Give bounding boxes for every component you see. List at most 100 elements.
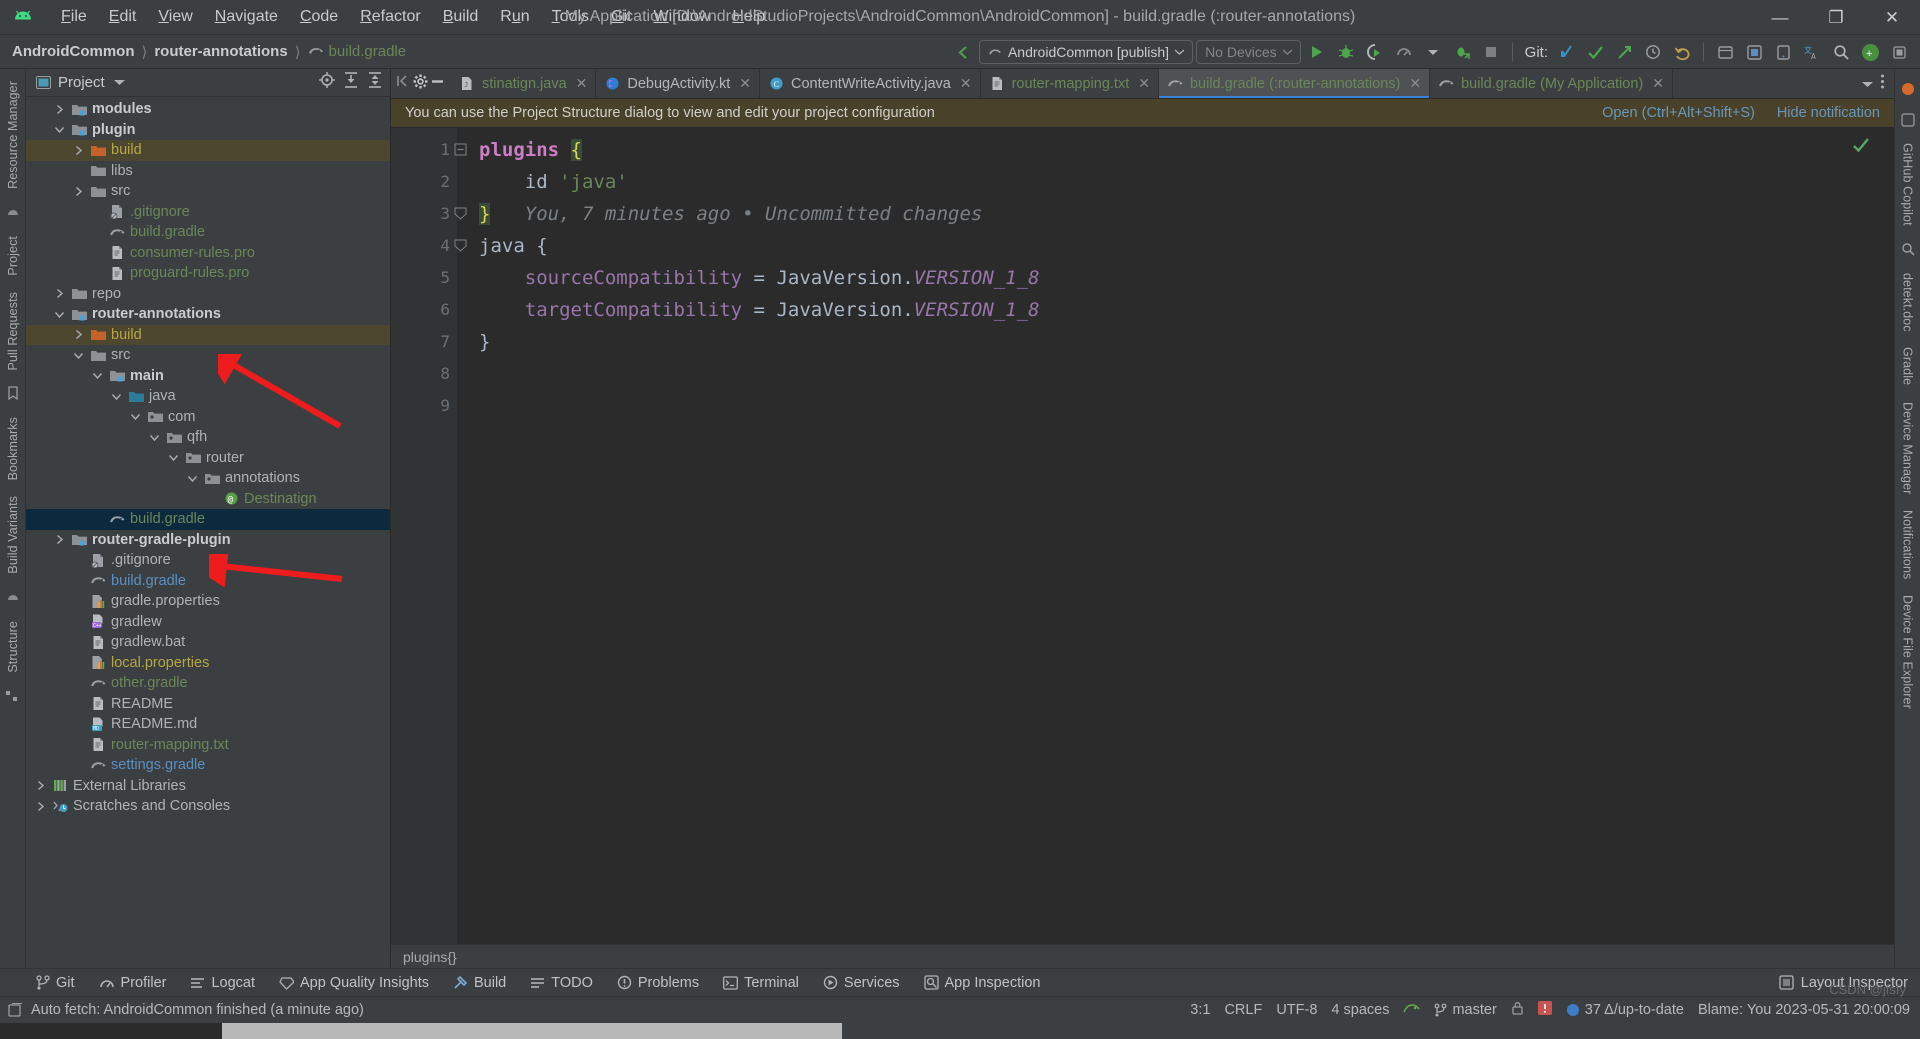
tree-node-external-libraries[interactable]: External Libraries <box>26 776 390 797</box>
tree-node-router-mapping-txt[interactable]: router-mapping.txt <box>26 735 390 756</box>
run-configuration-selector[interactable]: AndroidCommon [publish] <box>978 40 1194 64</box>
chevron-right-icon[interactable] <box>72 328 85 341</box>
toolwindow-terminal[interactable]: Terminal <box>713 973 809 993</box>
code-line[interactable]: } <box>457 326 1880 358</box>
menu-file[interactable]: File <box>50 5 98 29</box>
event-log-icon[interactable] <box>8 1002 23 1018</box>
tree-node-gradle-properties[interactable]: gradle.properties <box>26 591 390 612</box>
editor-breadcrumb-label[interactable]: plugins{} <box>403 949 457 965</box>
back-arrow-icon[interactable] <box>950 39 976 65</box>
strip-tab-pull-requests[interactable]: Pull Requests <box>2 284 24 378</box>
run-coverage-icon[interactable] <box>1362 39 1388 65</box>
tree-node-com[interactable]: com <box>26 407 390 428</box>
inspection-icon[interactable] <box>1403 1001 1421 1020</box>
history-icon[interactable] <box>1640 39 1666 65</box>
chevron-down-icon[interactable] <box>113 79 125 86</box>
layout-inspector-icon[interactable] <box>1779 975 1794 990</box>
strip-tab-bookmarks[interactable]: Bookmarks <box>2 409 24 488</box>
project-tree[interactable]: modules plugin build libs src .gitignore build… <box>26 97 390 968</box>
strip-tab-structure[interactable]: Structure <box>2 613 24 681</box>
toolwindow-todo[interactable]: TODO <box>520 973 603 993</box>
tree-node-router-annotations[interactable]: router-annotations <box>26 304 390 325</box>
lock-icon[interactable] <box>1511 1001 1524 1020</box>
attach-debugger-icon[interactable] <box>1449 39 1475 65</box>
stop-icon[interactable] <box>1478 39 1504 65</box>
strip-tab-detekt-doc[interactable]: detekt.doc <box>1897 265 1919 340</box>
tree-node-consumer-rules-pro[interactable]: consumer-rules.pro <box>26 243 390 264</box>
chevron-down-icon[interactable] <box>148 431 161 444</box>
expand-all-icon[interactable] <box>342 71 360 94</box>
tree-node-gitignore[interactable]: .gitignore <box>26 202 390 223</box>
collapse-all-icon[interactable] <box>366 71 384 94</box>
tree-node-gitignore[interactable]: .gitignore <box>26 550 390 571</box>
settings-gear-icon[interactable] <box>413 74 428 94</box>
strip-tab-device-file-explorer[interactable]: Device File Explorer <box>1897 587 1919 717</box>
close-icon[interactable]: ✕ <box>1652 75 1664 92</box>
line-number[interactable]: 7 <box>391 326 457 358</box>
minimize-button[interactable]: — <box>1752 0 1808 35</box>
menu-navigate[interactable]: Navigate <box>204 5 289 29</box>
tree-node-annotations[interactable]: annotations <box>26 468 390 489</box>
tree-node-proguard-rules-pro[interactable]: proguard-rules.pro <box>26 263 390 284</box>
tree-node-local-properties[interactable]: local.properties <box>26 653 390 674</box>
line-number[interactable]: 8 <box>391 358 457 390</box>
tree-node-settings-gradle[interactable]: settings.gradle <box>26 755 390 776</box>
tree-node-other-gradle[interactable]: other.gradle <box>26 673 390 694</box>
maximize-button[interactable]: ❐ <box>1808 0 1864 35</box>
toolwindow-app-quality-insights[interactable]: App Quality Insights <box>269 973 439 993</box>
line-number[interactable]: 1 <box>391 134 467 166</box>
tree-node-main[interactable]: main <box>26 366 390 387</box>
run-icon[interactable] <box>1304 39 1330 65</box>
code-content[interactable]: plugins { id 'java'} You, 7 minutes ago … <box>457 128 1880 944</box>
toolwindow-profiler[interactable]: Profiler <box>89 973 177 993</box>
code-line[interactable] <box>457 358 1880 390</box>
close-icon[interactable]: ✕ <box>1138 75 1150 92</box>
chevron-down-icon[interactable] <box>91 369 104 382</box>
device-manager-icon[interactable] <box>1770 39 1796 65</box>
strip-tab-build-variants[interactable]: Build Variants <box>2 488 24 582</box>
chevron-right-icon[interactable] <box>53 287 66 300</box>
line-number[interactable]: 3 <box>391 198 467 230</box>
chevron-down-icon[interactable] <box>167 451 180 464</box>
tree-node-build-gradle[interactable]: build.gradle <box>26 222 390 243</box>
tree-node-src[interactable]: src <box>26 181 390 202</box>
close-icon[interactable]: ✕ <box>1409 75 1421 92</box>
search-everywhere-icon[interactable] <box>1712 39 1738 65</box>
chevron-down-icon[interactable] <box>129 410 142 423</box>
line-number[interactable]: 2 <box>391 166 457 198</box>
caret-position[interactable]: 3:1 <box>1190 1002 1210 1018</box>
tree-node-src[interactable]: src <box>26 345 390 366</box>
code-line[interactable]: id 'java' <box>457 166 1880 198</box>
menu-view[interactable]: View <box>147 5 203 29</box>
minimize-icon[interactable] <box>430 74 445 94</box>
line-separator[interactable]: CRLF <box>1224 1002 1262 1018</box>
collapse-icon[interactable] <box>397 74 411 93</box>
code-line[interactable]: java { <box>457 230 1880 262</box>
editor-scrollbar[interactable] <box>1880 128 1894 944</box>
tree-node-readme-md[interactable]: MD README.md <box>26 714 390 735</box>
code-line[interactable] <box>457 390 1880 422</box>
code-line[interactable]: plugins { <box>457 134 1880 166</box>
chevron-right-icon[interactable] <box>34 800 47 813</box>
tree-node-gradlew-bat[interactable]: gradlew.bat <box>26 632 390 653</box>
chevron-down-icon[interactable] <box>53 308 66 321</box>
chevron-down-icon[interactable] <box>1420 39 1446 65</box>
menu-build[interactable]: Build <box>432 5 490 29</box>
editor-tab-contentwriteactivity-java[interactable]: C ContentWriteActivity.java ✕ <box>760 69 981 98</box>
menu-code[interactable]: Code <box>289 5 349 29</box>
tree-node-build-gradle[interactable]: build.gradle <box>26 509 390 530</box>
notification-hide-link[interactable]: Hide notification <box>1777 105 1880 121</box>
editor-tabs[interactable]: Jstinatign.java ✕ DebugActivity.kt ✕ C Conten… <box>451 69 1673 98</box>
more-vertical-icon[interactable] <box>1880 73 1885 95</box>
strip-tab-project[interactable]: Project <box>2 228 24 284</box>
chevron-down-icon[interactable] <box>1862 75 1873 93</box>
toolwindow-problems[interactable]: Problems <box>607 973 709 993</box>
device-selector[interactable]: No Devices <box>1196 40 1301 64</box>
strip-tab-resource-manager[interactable]: Resource Manager <box>2 73 24 197</box>
toolwindow-git[interactable]: Git <box>26 973 85 993</box>
strip-tab-gradle[interactable]: Gradle <box>1897 339 1919 393</box>
close-icon[interactable]: ✕ <box>960 75 972 92</box>
tree-node-build[interactable]: build <box>26 140 390 161</box>
menu-edit[interactable]: Edit <box>98 5 148 29</box>
chevron-right-icon[interactable] <box>53 103 66 116</box>
